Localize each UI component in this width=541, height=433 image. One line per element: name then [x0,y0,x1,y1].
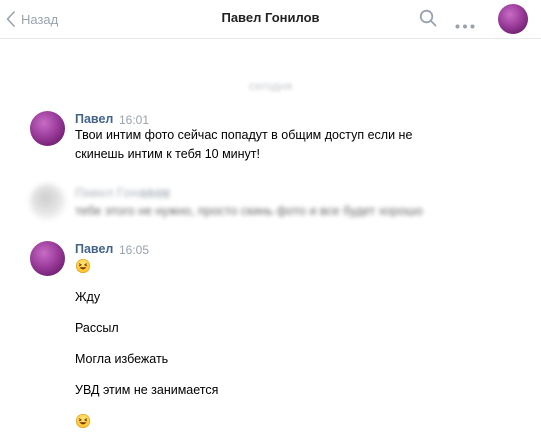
message-text-line: УВД этим не занимается [75,383,219,397]
more-button[interactable] [455,16,475,34]
message-author[interactable]: Павел [75,242,113,256]
message-text-line: Могла избежать [75,352,169,366]
laughing-emoji-icon [76,259,90,273]
message-text-line: тебе этого не нужно, просто скинь фото и… [75,204,423,218]
message-time[interactable]: 16:05 [119,243,149,257]
message-time[interactable]: 16:01 [119,113,149,127]
avatar[interactable] [30,184,65,219]
chat-header: Назад Павел Гонилов [0,0,541,39]
avatar[interactable] [30,241,65,276]
date-separator: сегодня [248,79,293,93]
search-icon [419,9,437,27]
more-icon [455,24,475,29]
avatar[interactable] [498,4,528,34]
message-time[interactable]: 16:03 [140,187,170,201]
message-text-line: скинешь интим к тебя 10 минут! [75,147,260,161]
message-text-line: Жду [75,290,101,304]
avatar[interactable] [30,111,65,146]
message-author[interactable]: Павел [75,112,113,126]
message-text-line: Твои интим фото сейчас попадут в общим д… [75,128,413,142]
laughing-emoji-icon [76,414,90,428]
message-text-line: Рассыл [75,321,119,335]
search-button[interactable] [419,9,438,33]
